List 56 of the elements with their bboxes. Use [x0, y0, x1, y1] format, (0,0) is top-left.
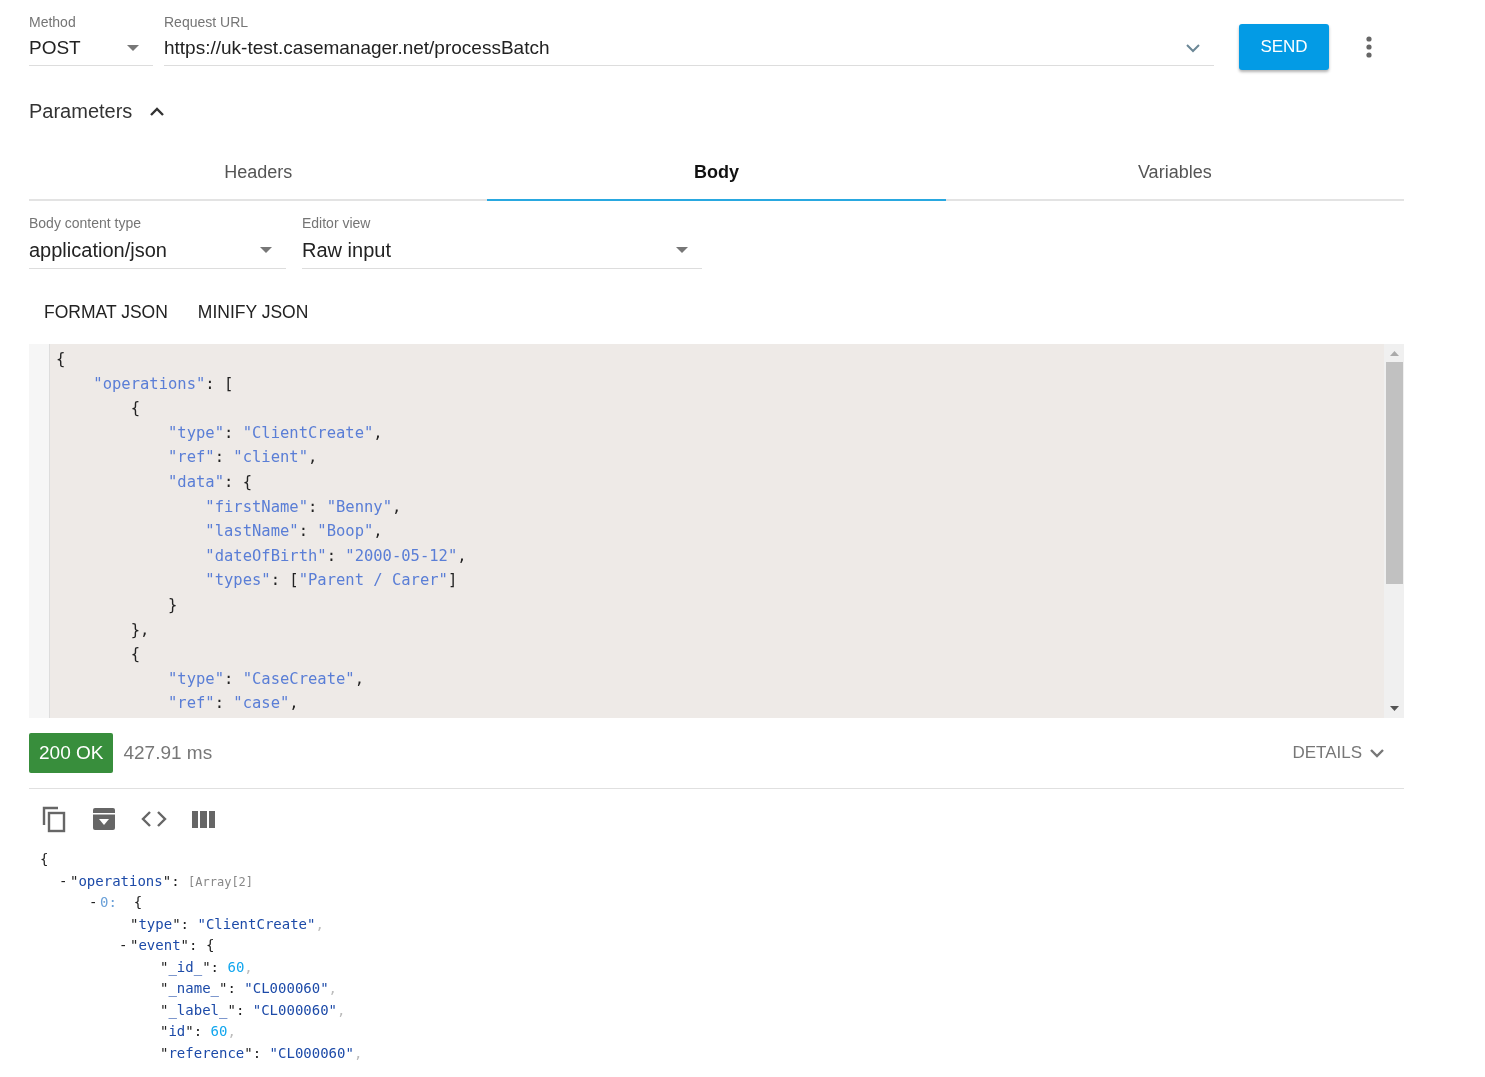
collapse-toggle[interactable]: -	[119, 935, 128, 957]
tab[interactable]: Body	[487, 145, 946, 201]
dropdown-arrow-icon	[127, 45, 139, 51]
json-line: "id": 60,	[160, 1023, 236, 1039]
dropdown-arrow-icon	[676, 247, 688, 253]
field-label: Body content type	[29, 214, 143, 232]
collapse-toggle[interactable]: -	[59, 870, 68, 892]
code-line: "type": "CaseCreate",	[166, 668, 364, 690]
content-type-select[interactable]: application/json	[29, 232, 286, 269]
code-line: },	[129, 619, 150, 641]
download-box-icon[interactable]	[92, 807, 116, 831]
code-line: }	[166, 594, 178, 616]
json-line: "_id_": 60,	[160, 958, 253, 975]
text-button[interactable]: MINIFY JSON	[197, 294, 309, 330]
parameters-toggle[interactable]: Parameters	[29, 100, 165, 123]
code-line: "operations": [	[92, 373, 234, 395]
tab[interactable]: Headers	[29, 145, 488, 201]
scroll-down-icon[interactable]	[1389, 706, 1399, 711]
code-line: "lastName": "Boop",	[204, 521, 383, 543]
editor-view-select[interactable]: Raw input	[302, 232, 702, 269]
more-options-icon[interactable]	[1366, 36, 1372, 58]
json-line: "_label_": "CL000060",	[160, 1001, 346, 1018]
code-line: {	[129, 644, 140, 666]
code-line: "type": "ClientCreate",	[166, 422, 383, 444]
json-line: {	[40, 851, 49, 867]
chevron-down-icon	[1186, 43, 1200, 53]
json-line: "event": {	[130, 937, 215, 953]
json-line: "reference": "CL000060",	[160, 1044, 363, 1061]
code-line: "ref": "client",	[166, 447, 318, 469]
code-line: "firstName": "Benny",	[204, 496, 402, 518]
url-field[interactable]: https://uk-test.casemanager.net/processBatch	[164, 31, 1214, 66]
dropdown-arrow-icon	[260, 247, 272, 253]
code-line: "ref": "case",	[166, 693, 299, 715]
scrollbar[interactable]	[1384, 344, 1404, 718]
json-line: "type": "ClientCreate",	[130, 915, 324, 932]
code-line: {	[56, 349, 66, 370]
collapse-toggle[interactable]: -	[89, 892, 98, 914]
json-line: "_name_": "CL000060",	[160, 980, 338, 996]
response-time: 427.91 ms	[123, 742, 213, 764]
code-line: "data": {	[166, 471, 252, 493]
columns-icon[interactable]	[192, 810, 215, 828]
details-toggle[interactable]: DETAILS	[1292, 743, 1384, 763]
copy-icon[interactable]	[41, 805, 67, 833]
status-badge: 200 OK	[29, 733, 114, 773]
code-icon[interactable]	[141, 811, 167, 827]
text-button[interactable]: FORMAT JSON	[44, 294, 168, 330]
field-label: Request URL	[164, 13, 250, 31]
field-label: Method	[29, 13, 77, 31]
json-line: 0: {	[100, 894, 143, 910]
field-label: Editor view	[302, 214, 372, 232]
code-line: "dateOfBirth": "2000-05-12",	[204, 545, 467, 567]
method-select[interactable]: POST	[29, 31, 153, 66]
code-line: "types": ["Parent / Carer"]	[204, 570, 458, 592]
tab[interactable]: Variables	[945, 145, 1404, 201]
json-line: "operations": [Array[2]	[70, 872, 254, 889]
code-line: {	[129, 398, 140, 420]
